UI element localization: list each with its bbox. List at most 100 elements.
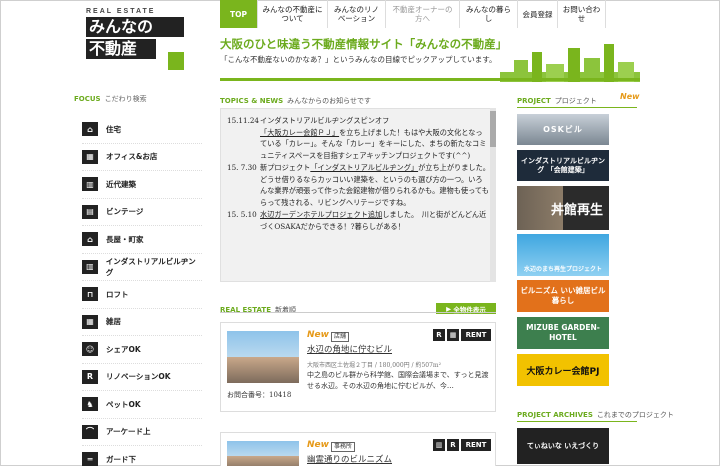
topic-pre: 新プロジェクト	[260, 163, 311, 172]
nav-owners[interactable]: 不動産オーナーの方へ	[386, 0, 460, 28]
banner-label: OSKビル	[543, 125, 583, 134]
category-label: インダストリアルビルヂング	[105, 256, 196, 277]
hero: 大阪のひと味違う不動産情報サイト「みんなの不動産」 「こんな不動産ないのかなあ？…	[220, 32, 640, 82]
banner-label: 水辺のまち再生プロジェクト	[523, 266, 602, 273]
logo-line1: みんなの	[86, 17, 184, 37]
topic-link[interactable]: 「大阪カレー会館ＰＪ」	[260, 128, 339, 137]
category-label: ガード下	[106, 454, 136, 464]
project-banner-waterside[interactable]: 水辺のまち再生プロジェクト	[517, 234, 609, 276]
logo-tagline: REAL ESTATE	[86, 8, 156, 15]
topic-link[interactable]: 水辺ガーデンホテルプロジェクト追加	[260, 210, 382, 219]
scrollbar-thumb[interactable]	[490, 111, 496, 147]
topics-heading: TOPICS & NEWS みんなからのお知らせです	[220, 96, 371, 106]
site-logo[interactable]: REAL ESTATE みんなの 不動産	[86, 8, 186, 72]
nav-about[interactable]: みんなの不動産について	[258, 0, 328, 28]
property-photo[interactable]	[227, 441, 299, 466]
topic-pre: インダストリアルビルヂングスピンオフ	[260, 116, 390, 125]
renovation-icon: R	[82, 369, 98, 384]
project-banner-osk[interactable]: OSKビル	[517, 114, 609, 145]
rent-badge: RENT	[461, 329, 491, 341]
focus-heading: FOCUS こだわり検索	[74, 94, 147, 104]
archives-heading: PROJECT ARCHIVES これまでのプロジェクト	[517, 410, 674, 420]
new-badge: New	[307, 440, 329, 450]
nav-renovation[interactable]: みんなのリノベーション	[328, 0, 386, 28]
property-photo[interactable]	[227, 331, 299, 383]
share-icon: ☺	[82, 342, 98, 357]
category-label: ビンテージ	[106, 207, 144, 217]
topic-text: 水辺ガーデンホテルプロジェクト追加しました。 川と街がどんどん近づくOSAKAだ…	[260, 209, 489, 232]
topic-date: 15. 5.10	[227, 210, 257, 219]
category-housing[interactable]: ⌂ 住宅	[82, 116, 202, 144]
topics-subtitle: みんなからのお知らせです	[287, 97, 372, 105]
nav-top[interactable]: TOP	[220, 0, 258, 28]
project-banner-mizube[interactable]: MIZUBE GARDEN-HOTEL	[517, 317, 609, 349]
project-banner-curry[interactable]: 大阪カレー会館PJ	[517, 354, 609, 386]
banner-label: てぃねいな いえづくり	[526, 442, 600, 450]
project-title: PROJECT	[517, 97, 551, 105]
category-renovation-ok[interactable]: R リノベーションOK	[82, 364, 202, 391]
banner-label: 大阪カレー会館PJ	[526, 366, 600, 377]
project-banner-industrial[interactable]: インダストリアルビルヂング 「会館建築」	[517, 150, 609, 181]
category-vintage[interactable]: ▤ ビンテージ	[82, 199, 202, 226]
nav-contact[interactable]: お問い合わせ	[558, 0, 606, 28]
hero-title: 大阪のひと味違う不動産情報サイト「みんなの不動産」	[220, 37, 508, 51]
archives-divider	[517, 421, 637, 422]
category-nagaya[interactable]: ⌂ 長屋・町家	[82, 226, 202, 254]
category-label: シェアOK	[106, 344, 141, 354]
property-card[interactable]: New 事務所 幽霊通りのビルニズム ▥ R RENT	[220, 432, 496, 466]
building-type-icon: ▥	[433, 439, 445, 451]
nav-register[interactable]: 会員登録	[518, 0, 558, 28]
property-icons: ▥ R RENT	[433, 439, 491, 451]
topic-item: 15.11.24 インダストリアルビルヂングスピンオフ 「大阪カレー会館ＰＪ」を立…	[227, 115, 489, 161]
rent-badge: RENT	[461, 439, 491, 451]
property-card[interactable]: New 店舗 水辺の角地に佇むビル 大阪市西区土佐堀２丁目 / 180,000円…	[220, 322, 496, 412]
loft-icon: ⊓	[82, 287, 98, 302]
property-icons: R ▦ RENT	[433, 329, 491, 341]
category-label: リノベーションOK	[106, 372, 171, 382]
banner-label: インダストリアルビルヂング 「会館建築」	[521, 156, 605, 174]
category-loft[interactable]: ⊓ ロフト	[82, 281, 202, 309]
property-type-tag: 店舗	[331, 332, 350, 342]
category-share-ok[interactable]: ☺ シェアOK	[82, 336, 202, 364]
category-industrial[interactable]: ▥ インダストリアルビルヂング	[82, 254, 202, 281]
vintage-building-icon: ▤	[82, 204, 98, 219]
nav-living[interactable]: みんなの暮らし	[460, 0, 518, 28]
logo-building-mark	[168, 52, 184, 70]
project-new-badge: New	[620, 92, 640, 101]
category-modern-architecture[interactable]: ▥ 近代建築	[82, 171, 202, 199]
building-type-icon: ▦	[447, 329, 459, 341]
banner-label: ビルニズム いい雑居ビル暮らし	[520, 286, 606, 305]
renovation-ok-icon: R	[433, 329, 445, 341]
archives-title: PROJECT ARCHIVES	[517, 411, 593, 419]
real-estate-divider	[220, 312, 496, 313]
property-type-tag: 事務所	[331, 442, 356, 452]
project-heading: PROJECT プロジェクト	[517, 96, 597, 106]
project-divider	[517, 107, 637, 108]
category-arcade[interactable]: ⌒ アーケード上	[82, 419, 202, 446]
category-label: 雑居	[106, 317, 121, 327]
property-title[interactable]: 幽霊通りのビルニズム	[307, 453, 392, 465]
category-label: アーケード上	[106, 427, 151, 437]
topic-date: 15.11.24	[227, 116, 260, 125]
category-label: ロフト	[106, 289, 129, 299]
project-banner-renewal[interactable]: 丼館再生	[517, 186, 609, 230]
topic-date: 15. 7.30	[227, 163, 257, 172]
new-badge: New	[307, 330, 329, 340]
category-office-shop[interactable]: ▦ オフィス&お店	[82, 144, 202, 171]
category-mixed-use[interactable]: ▦ 雑居	[82, 309, 202, 336]
archives-subtitle: これまでのプロジェクト	[596, 411, 674, 419]
category-pet-ok[interactable]: ♞ ペットOK	[82, 391, 202, 419]
topics-list: 15.11.24 インダストリアルビルヂングスピンオフ 「大阪カレー会館ＰＪ」を立…	[220, 108, 496, 282]
archive-banner[interactable]: てぃねいな いえづくり	[517, 428, 609, 464]
project-banner-buildingism[interactable]: ビルニズム いい雑居ビル暮らし	[517, 280, 609, 312]
dog-icon: ♞	[82, 397, 98, 412]
property-title[interactable]: 水辺の角地に佇むビル	[307, 343, 392, 355]
category-list: ⌂ 住宅 ▦ オフィス&お店 ▥ 近代建築 ▤ ビンテージ ⌂ 長屋・町家 ▥ インダストリ…	[82, 116, 202, 466]
category-under-railway[interactable]: ═ ガード下	[82, 446, 202, 466]
focus-subtitle: こだわり検索	[104, 95, 147, 103]
topic-link[interactable]: 「インダストリアルビルヂング」	[310, 163, 418, 172]
city-skyline-graphic	[500, 44, 640, 82]
category-label: 住宅	[106, 124, 121, 134]
topics-scrollbar[interactable]	[490, 108, 496, 282]
house-icon: ⌂	[82, 122, 98, 137]
